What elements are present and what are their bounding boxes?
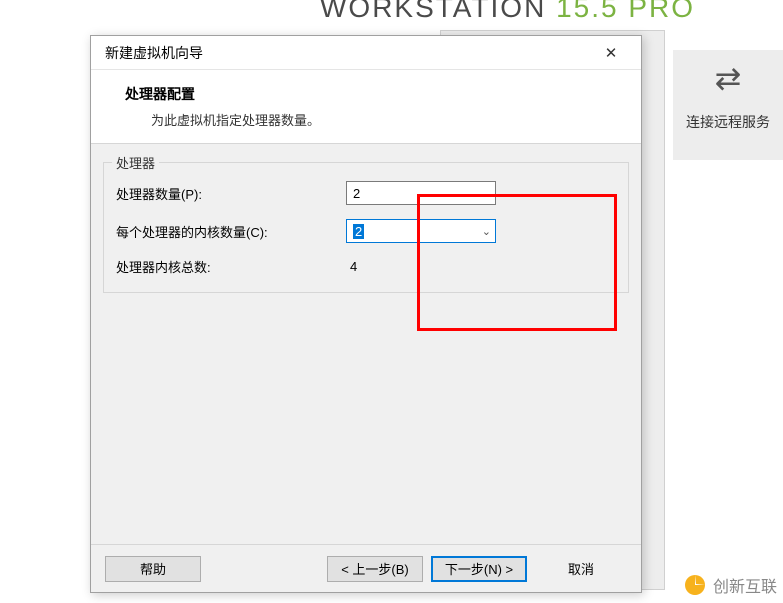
cancel-label: 取消 xyxy=(568,559,594,578)
wizard-header-desc: 为此虚拟机指定处理器数量。 xyxy=(151,110,617,129)
form-row-cores: 每个处理器的内核数量(C): 2 ⌄ xyxy=(116,219,616,243)
chevron-down-icon: ⌄ xyxy=(482,187,491,200)
form-row-processors: 处理器数量(P): 2 ⌄ xyxy=(116,181,616,205)
processors-combo[interactable]: 2 ⌄ xyxy=(346,181,496,205)
next-label: 下一步(N) > xyxy=(445,559,513,578)
wizard-body: 处理器 处理器数量(P): 2 ⌄ 每个处理器的内核数量(C): 2 ⌄ 处理器… xyxy=(91,144,641,544)
watermark-text: 创新互联 xyxy=(713,573,777,597)
brand-suffix: PRO xyxy=(628,0,695,23)
connect-remote-tile[interactable]: ⇄ 连接远程服务 xyxy=(673,50,783,160)
total-value: 4 xyxy=(350,259,357,274)
back-button[interactable]: < 上一步(B) xyxy=(327,556,423,582)
brand-prefix: WORKSTATION xyxy=(320,0,546,23)
form-row-total: 处理器内核总数: 4 xyxy=(116,257,616,276)
wizard-dialog: 新建虚拟机向导 ✕ 处理器配置 为此虚拟机指定处理器数量。 处理器 处理器数量(… xyxy=(90,35,642,593)
brand-version: 15.5 xyxy=(556,0,619,23)
cores-label: 每个处理器的内核数量(C): xyxy=(116,222,346,241)
titlebar: 新建虚拟机向导 ✕ xyxy=(91,36,641,70)
total-label: 处理器内核总数: xyxy=(116,257,346,276)
pacman-icon xyxy=(683,573,707,597)
next-button[interactable]: 下一步(N) > xyxy=(431,556,527,582)
close-button[interactable]: ✕ xyxy=(589,38,633,68)
chevron-down-icon: ⌄ xyxy=(482,225,491,238)
cores-combo[interactable]: 2 ⌄ xyxy=(346,219,496,243)
cancel-button[interactable]: 取消 xyxy=(535,556,627,582)
back-label: < 上一步(B) xyxy=(341,559,409,578)
cores-value: 2 xyxy=(353,224,364,239)
processors-label: 处理器数量(P): xyxy=(116,184,346,203)
processor-fieldset: 处理器 处理器数量(P): 2 ⌄ 每个处理器的内核数量(C): 2 ⌄ 处理器… xyxy=(103,162,629,293)
watermark: 创新互联 xyxy=(683,573,777,597)
transfer-icon: ⇄ xyxy=(673,62,783,94)
window-title: 新建虚拟机向导 xyxy=(105,43,203,63)
close-icon: ✕ xyxy=(605,44,618,62)
help-button[interactable]: 帮助 xyxy=(105,556,201,582)
processors-value: 2 xyxy=(353,186,360,201)
fieldset-legend: 处理器 xyxy=(112,153,159,172)
wizard-header-title: 处理器配置 xyxy=(125,84,617,104)
wizard-footer: 帮助 < 上一步(B) 下一步(N) > 取消 xyxy=(91,544,641,592)
connect-remote-label: 连接远程服务 xyxy=(673,112,783,132)
wizard-header: 处理器配置 为此虚拟机指定处理器数量。 xyxy=(91,70,641,144)
help-label: 帮助 xyxy=(140,559,166,578)
background-brand: WORKSTATION 15.5 PRO xyxy=(320,0,695,24)
